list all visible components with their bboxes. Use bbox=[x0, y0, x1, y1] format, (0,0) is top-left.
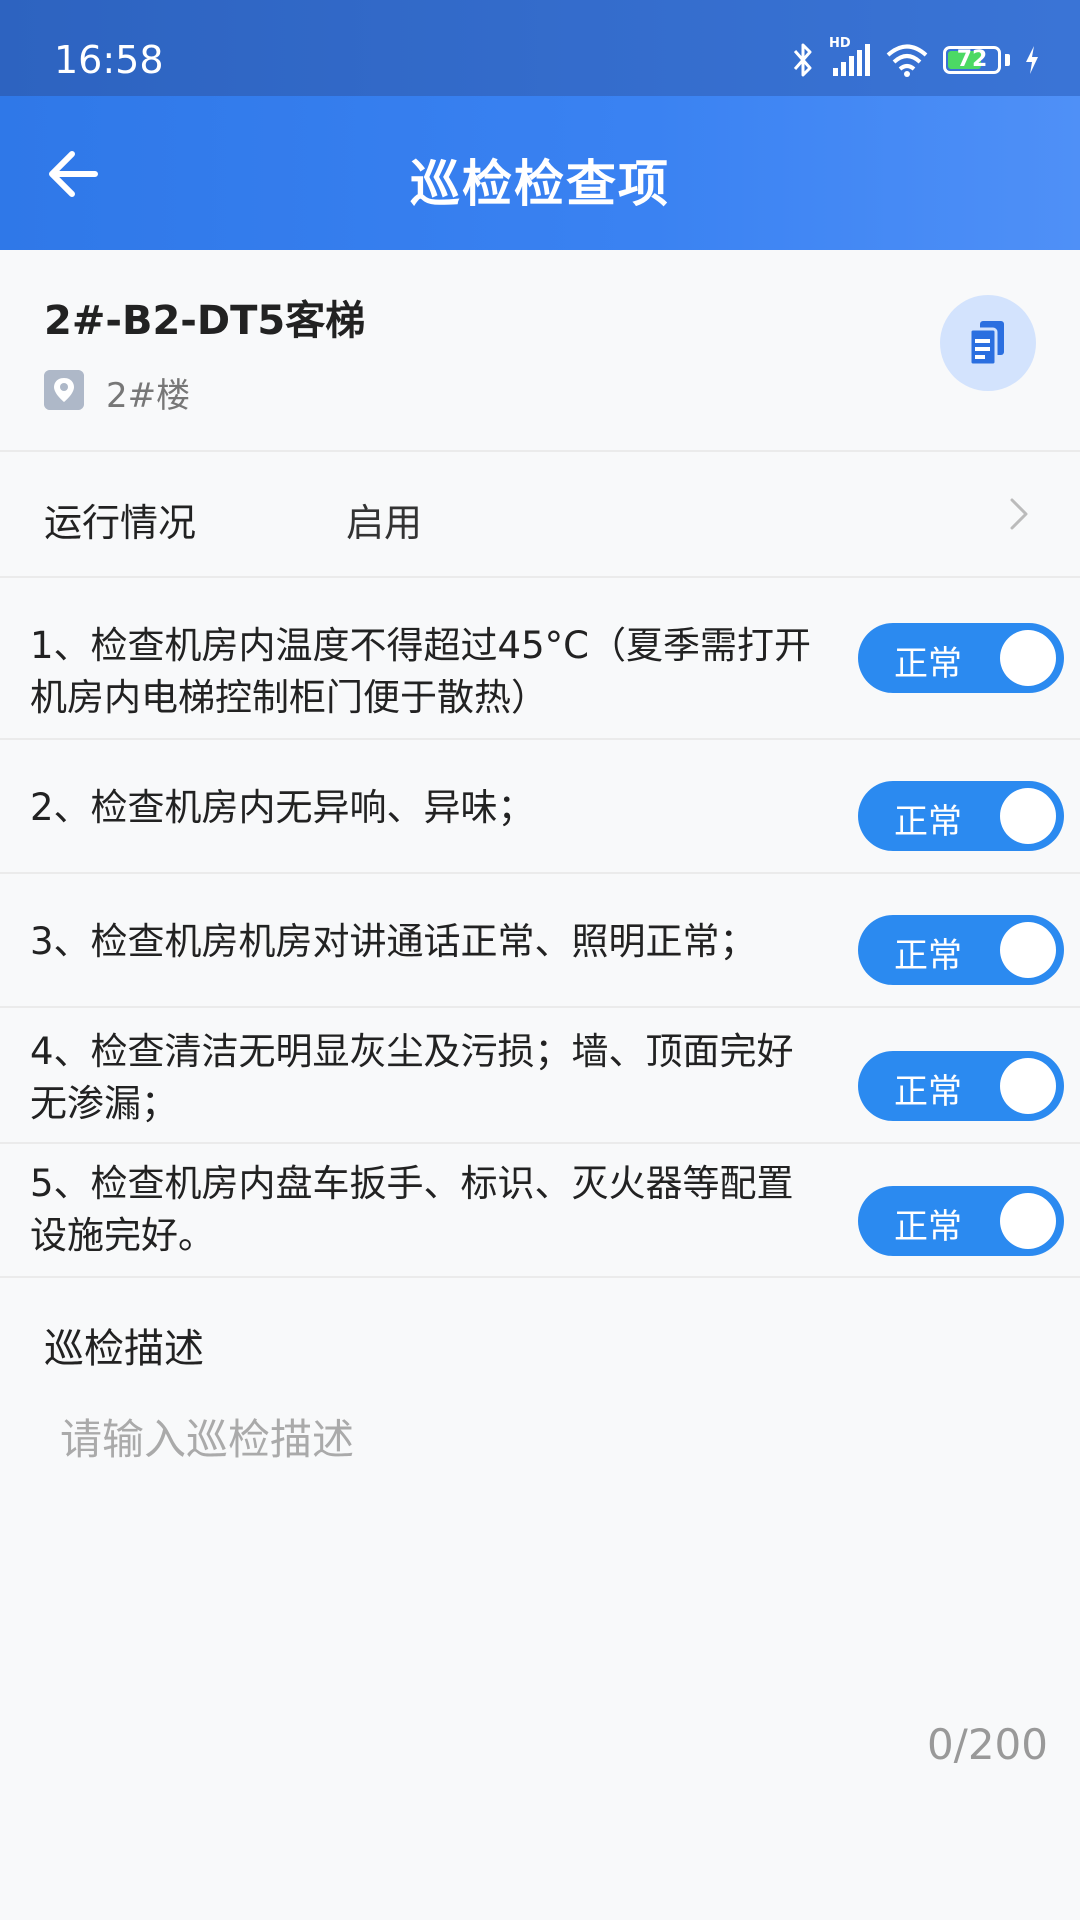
status-toggle[interactable]: 正常 bbox=[858, 915, 1064, 985]
page-title: 巡检检查项 bbox=[410, 155, 670, 213]
status-bar: 16:58 HD 72 bbox=[0, 0, 1080, 96]
bluetooth-icon bbox=[793, 43, 812, 77]
signal-icon: HD bbox=[829, 36, 871, 78]
check-item: 1、检查机房内温度不得超过45°C（夏季需打开机房内电梯控制柜门便于散热） 正常 bbox=[0, 578, 1080, 740]
toggle-knob bbox=[1000, 922, 1056, 978]
status-icons: HD 72 bbox=[791, 36, 1040, 78]
status-toggle[interactable]: 正常 bbox=[858, 1186, 1064, 1256]
check-item-text: 4、检查清洁无明显灰尘及污损；墙、顶面完好无渗漏； bbox=[30, 1030, 794, 1125]
document-button[interactable] bbox=[940, 295, 1036, 391]
status-toggle[interactable]: 正常 bbox=[858, 781, 1064, 851]
toggle-knob bbox=[1000, 788, 1056, 844]
wifi-icon bbox=[886, 44, 928, 77]
app-header: 16:58 HD 72 巡检检查项 bbox=[0, 0, 1080, 250]
status-toggle[interactable]: 正常 bbox=[858, 1051, 1064, 1121]
status-toggle[interactable]: 正常 bbox=[858, 623, 1064, 693]
toggle-knob bbox=[1000, 630, 1056, 686]
char-counter: 0/200 bbox=[926, 1720, 1048, 1769]
location-pin-icon bbox=[44, 370, 84, 410]
toggle-knob bbox=[1000, 1058, 1056, 1114]
check-item-text: 1、检查机房内温度不得超过45°C（夏季需打开机房内电梯控制柜门便于散热） bbox=[30, 624, 811, 719]
run-status-value: 启用 bbox=[346, 501, 423, 545]
battery-icon: 72 bbox=[943, 46, 1001, 74]
check-item: 5、检查机房内盘车扳手、标识、灭火器等配置设施完好。 正常 bbox=[0, 1144, 1080, 1278]
nav-bar: 巡检检查项 bbox=[0, 96, 1080, 250]
status-time: 16:58 bbox=[54, 38, 164, 82]
run-status-label: 运行情况 bbox=[44, 501, 197, 545]
check-item-text: 2、检查机房内无异响、异味； bbox=[30, 786, 535, 829]
battery-tip bbox=[1005, 54, 1010, 66]
run-status-row[interactable]: 运行情况 启用 bbox=[0, 452, 1080, 578]
toggle-label: 正常 bbox=[894, 1207, 962, 1247]
charging-icon bbox=[1026, 46, 1038, 74]
toggle-label: 正常 bbox=[894, 1072, 962, 1112]
chevron-right-icon bbox=[1010, 498, 1028, 530]
description-input[interactable] bbox=[44, 1390, 1036, 1690]
document-copy-icon bbox=[968, 321, 1004, 367]
device-name: 2#-B2-DT5客梯 bbox=[44, 298, 366, 344]
toggle-label: 正常 bbox=[894, 802, 962, 842]
toggle-knob bbox=[1000, 1193, 1056, 1249]
toggle-label: 正常 bbox=[894, 644, 962, 684]
check-item: 4、检查清洁无明显灰尘及污损；墙、顶面完好无渗漏； 正常 bbox=[0, 1008, 1080, 1144]
description-title: 巡检描述 bbox=[44, 1326, 204, 1372]
check-item: 2、检查机房内无异响、异味； 正常 bbox=[0, 740, 1080, 874]
check-item-text: 3、检查机房机房对讲通话正常、照明正常； bbox=[30, 920, 757, 963]
device-location: 2#楼 bbox=[106, 376, 191, 416]
check-item: 3、检查机房机房对讲通话正常、照明正常； 正常 bbox=[0, 874, 1080, 1008]
toggle-label: 正常 bbox=[894, 936, 962, 976]
check-item-text: 5、检查机房内盘车扳手、标识、灭火器等配置设施完好。 bbox=[30, 1162, 794, 1257]
device-card: 2#-B2-DT5客梯 2#楼 bbox=[0, 250, 1080, 452]
